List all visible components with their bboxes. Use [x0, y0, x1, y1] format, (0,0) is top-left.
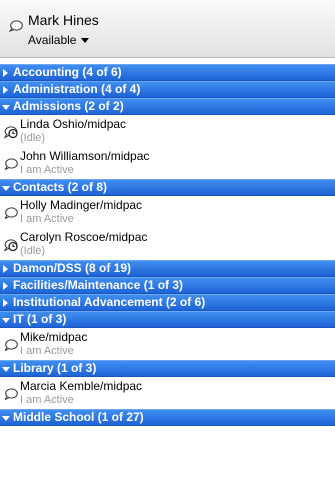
status-label: Available	[28, 33, 77, 47]
contact-name: Carolyn Roscoe/midpac	[20, 230, 148, 244]
contact-status: I am Active	[20, 213, 74, 225]
chat-bubble-icon	[4, 157, 18, 171]
group-header[interactable]: Accounting (4 of 6)	[0, 64, 335, 81]
group-header[interactable]: Library (1 of 3)	[0, 360, 335, 377]
group-header[interactable]: Contacts (2 of 8)	[0, 179, 335, 196]
disclosure-expanded-icon[interactable]	[2, 416, 10, 421]
group-label: Damon/DSS (8 of 19)	[13, 261, 132, 275]
chat-bubble-icon	[4, 387, 18, 401]
contact-row[interactable]: Marcia Kemble/midpac I am Active	[0, 377, 335, 409]
group-header[interactable]: Middle School (1 of 27)	[0, 409, 335, 426]
contact-status: I am Active	[20, 164, 74, 176]
group-header[interactable]: Institutional Advancement (2 of 6)	[0, 294, 335, 311]
contact-status: I am Active	[20, 345, 74, 357]
idle-clock-icon	[3, 238, 18, 252]
user-name: Mark Hines	[28, 12, 99, 28]
group-label: Facilities/Maintenance (1 of 3)	[13, 278, 184, 292]
group-header[interactable]: Admissions (2 of 2)	[0, 98, 335, 115]
contact-row[interactable]: Holly Madinger/midpac I am Active	[0, 196, 335, 228]
group-label: Accounting (4 of 6)	[13, 65, 122, 79]
disclosure-expanded-icon[interactable]	[2, 367, 10, 372]
group-label: Contacts (2 of 8)	[13, 180, 108, 194]
contact-row[interactable]: Linda Oshio/midpac (Idle)	[0, 115, 335, 147]
disclosure-collapsed-icon[interactable]	[3, 265, 8, 273]
contact-name: John Williamson/midpac	[20, 149, 150, 163]
chat-bubble-icon	[4, 338, 18, 352]
contact-status: (Idle)	[20, 245, 46, 257]
contact-status: (Idle)	[20, 132, 46, 144]
disclosure-collapsed-icon[interactable]	[3, 282, 8, 290]
group-header[interactable]: Facilities/Maintenance (1 of 3)	[0, 277, 335, 294]
contact-name: Mike/midpac	[20, 330, 88, 344]
status-dropdown[interactable]: Available	[28, 33, 90, 47]
idle-clock-icon	[3, 125, 18, 139]
disclosure-expanded-icon[interactable]	[2, 186, 10, 191]
disclosure-collapsed-icon[interactable]	[3, 299, 8, 307]
chat-bubble-icon	[4, 206, 18, 220]
contact-row[interactable]: Carolyn Roscoe/midpac (Idle)	[0, 228, 335, 260]
group-label: Library (1 of 3)	[13, 361, 97, 375]
disclosure-collapsed-icon[interactable]	[3, 69, 8, 77]
chevron-down-icon	[81, 37, 90, 43]
contact-row[interactable]: Mike/midpac I am Active	[0, 328, 335, 360]
contact-status: I am Active	[20, 394, 74, 406]
user-header: Mark Hines Available	[0, 0, 335, 58]
group-label: Middle School (1 of 27)	[13, 410, 144, 424]
contact-name: Holly Madinger/midpac	[20, 198, 143, 212]
contact-row[interactable]: John Williamson/midpac I am Active	[0, 147, 335, 179]
contact-name: Marcia Kemble/midpac	[20, 379, 143, 393]
group-header[interactable]: Damon/DSS (8 of 19)	[0, 260, 335, 277]
contact-name: Linda Oshio/midpac	[20, 117, 127, 131]
group-label: Institutional Advancement (2 of 6)	[13, 295, 206, 309]
disclosure-collapsed-icon[interactable]	[3, 86, 8, 94]
group-header[interactable]: IT (1 of 3)	[0, 311, 335, 328]
buddy-list: Accounting (4 of 6) Administration (4 of …	[0, 64, 335, 426]
group-header[interactable]: Administration (4 of 4)	[0, 81, 335, 98]
disclosure-expanded-icon[interactable]	[2, 318, 10, 323]
chat-bubble-icon	[9, 20, 23, 32]
group-label: IT (1 of 3)	[13, 312, 67, 326]
group-label: Admissions (2 of 2)	[13, 99, 124, 113]
group-label: Administration (4 of 4)	[13, 82, 141, 96]
disclosure-expanded-icon[interactable]	[2, 105, 10, 110]
